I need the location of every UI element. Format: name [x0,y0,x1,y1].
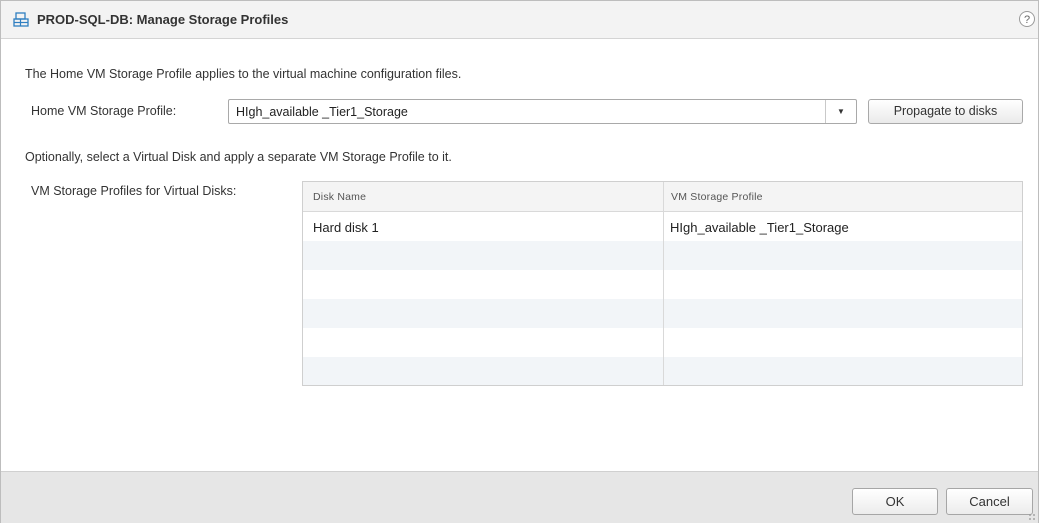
help-icon[interactable]: ? [1019,11,1035,27]
home-profile-intro: The Home VM Storage Profile applies to t… [25,67,462,81]
virtual-disks-profiles-label: VM Storage Profiles for Virtual Disks: [31,184,237,198]
propagate-to-disks-button[interactable]: Propagate to disks [868,99,1023,124]
dialog-footer: OK Cancel [1,471,1038,523]
home-profile-select[interactable]: HIgh_available _Tier1_Storage ▼ [228,99,857,124]
column-divider [663,182,664,385]
dialog-title: PROD-SQL-DB: Manage Storage Profiles [37,12,289,27]
home-profile-label: Home VM Storage Profile: [31,104,177,118]
resize-grip-icon[interactable] [1028,513,1036,521]
virtual-disks-table: Disk Name VM Storage Profile Hard disk 1… [302,181,1023,386]
column-header-vm-storage-profile[interactable]: VM Storage Profile [671,191,763,203]
dialog-titlebar: PROD-SQL-DB: Manage Storage Profiles ? [1,1,1038,39]
ok-button[interactable]: OK [852,488,938,515]
chevron-down-icon[interactable]: ▼ [825,100,856,123]
column-header-disk-name[interactable]: Disk Name [313,191,366,203]
manage-storage-profiles-dialog: PROD-SQL-DB: Manage Storage Profiles ? T… [0,0,1039,523]
storage-profile-cell[interactable]: HIgh_available _Tier1_Storage [670,220,849,235]
vm-storage-icon [13,12,29,28]
home-profile-selected-value: HIgh_available _Tier1_Storage [236,105,408,119]
virtual-disk-instructions: Optionally, select a Virtual Disk and ap… [25,150,452,164]
cancel-button[interactable]: Cancel [946,488,1033,515]
disk-name-cell: Hard disk 1 [313,220,379,235]
